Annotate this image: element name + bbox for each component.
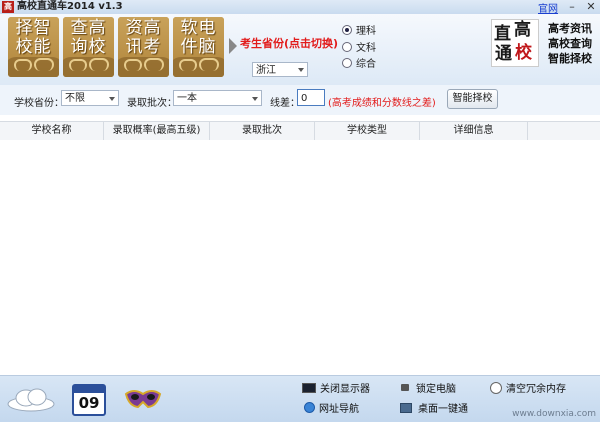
web-nav-button[interactable]: 网址导航 <box>304 400 359 415</box>
chevron-down-icon <box>109 97 115 101</box>
radio-selected-icon <box>342 24 352 35</box>
calendar-day: 09 <box>78 394 100 412</box>
cloud-icon[interactable] <box>6 385 56 413</box>
school-province-label: 学校省份： <box>14 98 64 109</box>
tile-exam-news-line1: 资高 <box>125 18 162 38</box>
tile-smart-select[interactable]: 择智 校能 <box>8 17 59 77</box>
mask-icon[interactable] <box>124 386 162 412</box>
globe-icon <box>304 402 315 413</box>
radio-arts[interactable]: 文科 <box>342 39 376 54</box>
desktop-clean-label: 桌面一键通 <box>418 404 468 415</box>
tile-college-query[interactable]: 查高 询校 <box>63 17 114 77</box>
radio-empty-icon <box>342 41 352 52</box>
link-smart-select[interactable]: 智能择校 <box>548 51 592 66</box>
lock-pc-label: 锁定电脑 <box>416 384 456 395</box>
batch-value: 一本 <box>177 93 197 104</box>
title-bar: 高 高校直通车2014 v1.3 官网 – ✕ <box>0 0 600 15</box>
province-select[interactable]: 浙江 <box>252 62 308 77</box>
arrow-right-icon <box>229 38 237 54</box>
batch-select[interactable]: 一本 <box>173 90 262 106</box>
tile-pc-software[interactable]: 软电 件脑 <box>173 17 224 77</box>
province-switch-label[interactable]: 考生省份(点击切换) <box>240 35 338 51</box>
minimize-button[interactable]: – <box>565 1 579 13</box>
col-admission-probability[interactable]: 录取概率(最高五级) <box>104 122 210 140</box>
radio-arts-label: 文科 <box>356 43 376 54</box>
tile-pc-software-line1: 软电 <box>180 18 217 38</box>
window-title: 高校直通车2014 v1.3 <box>17 1 123 12</box>
close-display-label: 关闭显示器 <box>320 384 370 395</box>
col-school-type[interactable]: 学校类型 <box>315 122 420 140</box>
window-controls: 官网 – ✕ <box>538 0 598 15</box>
broom-icon <box>490 381 502 394</box>
chevron-down-icon <box>298 68 304 72</box>
school-province-select[interactable]: 不限 <box>61 90 119 106</box>
homepage-link[interactable]: 官网 <box>538 0 558 15</box>
province-select-value: 浙江 <box>256 65 276 76</box>
logo-char: 通 <box>495 44 512 64</box>
link-college-query[interactable]: 高校查询 <box>548 36 592 51</box>
app-logo: 直 高 通 校 <box>491 19 539 67</box>
tile-exam-news[interactable]: 资高 讯考 <box>118 17 169 77</box>
chevron-down-icon <box>252 97 258 101</box>
tile-smart-select-line1: 择智 <box>15 18 52 38</box>
radio-science-label: 理科 <box>356 26 376 37</box>
desktop-clean-button[interactable]: 桌面一键通 <box>398 400 468 415</box>
logo-char: 校 <box>515 43 532 63</box>
filter-bar: 学校省份： 不限 录取批次： 一本 线差： 0 (高考成绩和分数线之差) 智能择… <box>0 85 600 115</box>
batch-label: 录取批次： <box>127 98 177 109</box>
header-panel: 择智 校能 查高 询校 资高 讯考 软电 件脑 考生省份(点击切换) 浙江 理科 文科 … <box>0 14 600 85</box>
school-province-value: 不限 <box>65 93 85 104</box>
col-admission-batch[interactable]: 录取批次 <box>210 122 315 140</box>
side-links: 高考资讯 高校查询 智能择校 <box>548 21 592 66</box>
footer-bar: 09 关闭显示器 锁定电脑 清空冗余内存 网址导航 桌面一键通 www.down… <box>0 375 600 422</box>
tile-college-query-line2: 询校 <box>70 37 107 57</box>
results-table-body <box>0 140 600 374</box>
tile-smart-select-line2: 校能 <box>15 37 52 57</box>
radio-empty-icon <box>342 57 352 68</box>
smart-select-button[interactable]: 智能择校 <box>447 89 498 109</box>
radio-science[interactable]: 理科 <box>342 22 376 37</box>
calendar-icon[interactable]: 09 <box>72 384 106 416</box>
clean-memory-button[interactable]: 清空冗余内存 <box>490 380 566 395</box>
col-school-name[interactable]: 学校名称 <box>0 122 104 140</box>
tile-exam-news-line2: 讯考 <box>125 37 162 57</box>
link-exam-news[interactable]: 高考资讯 <box>548 21 592 36</box>
radio-comprehensive-label: 综合 <box>356 59 376 70</box>
lock-icon <box>401 384 409 391</box>
desktop-icon <box>400 402 412 413</box>
score-diff-hint: (高考成绩和分数线之差) <box>328 98 436 109</box>
tile-college-query-line1: 查高 <box>70 18 107 38</box>
close-display-button[interactable]: 关闭显示器 <box>302 380 370 395</box>
tile-pc-software-line2: 件脑 <box>180 37 217 57</box>
close-button[interactable]: ✕ <box>584 1 598 13</box>
logo-char: 直 <box>494 24 511 44</box>
col-details[interactable]: 详细信息 <box>420 122 528 140</box>
app-icon: 高 <box>2 1 14 13</box>
logo-char: 高 <box>514 20 531 40</box>
radio-comprehensive[interactable]: 综合 <box>342 55 376 70</box>
watermark-text: www.downxia.com <box>512 409 596 419</box>
web-nav-label: 网址导航 <box>319 404 359 415</box>
clean-memory-label: 清空冗余内存 <box>506 384 566 395</box>
results-table-header: 学校名称 录取概率(最高五级) 录取批次 学校类型 详细信息 <box>0 121 600 141</box>
lock-pc-button[interactable]: 锁定电脑 <box>398 380 456 395</box>
score-diff-label: 线差： <box>270 98 300 109</box>
score-diff-input[interactable]: 0 <box>297 89 325 106</box>
monitor-icon <box>302 382 316 393</box>
